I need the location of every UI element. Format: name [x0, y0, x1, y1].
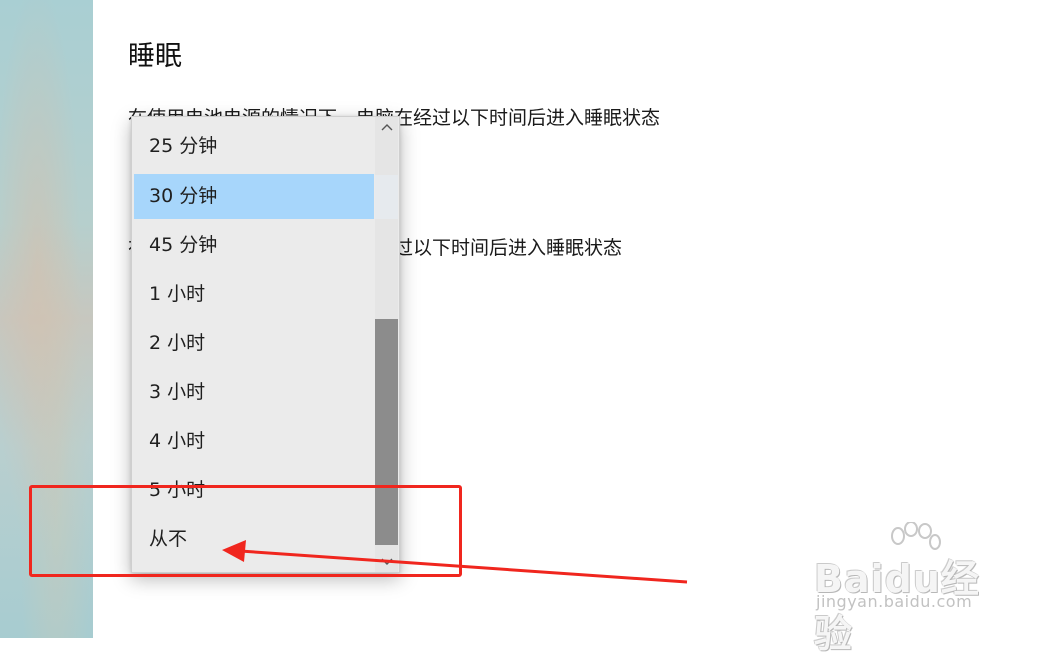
watermark-url: jingyan.baidu.com — [816, 592, 973, 611]
scrollbar-track-highlight — [375, 175, 398, 219]
scroll-up-arrow-icon[interactable] — [375, 119, 398, 135]
dropdown-option-25-min[interactable]: 25 分钟 — [134, 124, 374, 169]
dropdown-option-4-hours[interactable]: 4 小时 — [134, 419, 374, 464]
dropdown-option-1-hour[interactable]: 1 小时 — [134, 272, 374, 317]
sleep-section-title: 睡眠 — [128, 41, 182, 72]
dropdown-option-3-hours[interactable]: 3 小时 — [134, 370, 374, 415]
dropdown-option-45-min[interactable]: 45 分钟 — [134, 223, 374, 268]
dropdown-option-2-hours[interactable]: 2 小时 — [134, 321, 374, 366]
dropdown-option-30-min-selected[interactable]: 30 分钟 — [134, 174, 374, 219]
baidu-jingyan-watermark: Baidu经验 jingyan.baidu.com — [808, 522, 1008, 656]
annotation-highlight-box — [29, 485, 462, 577]
